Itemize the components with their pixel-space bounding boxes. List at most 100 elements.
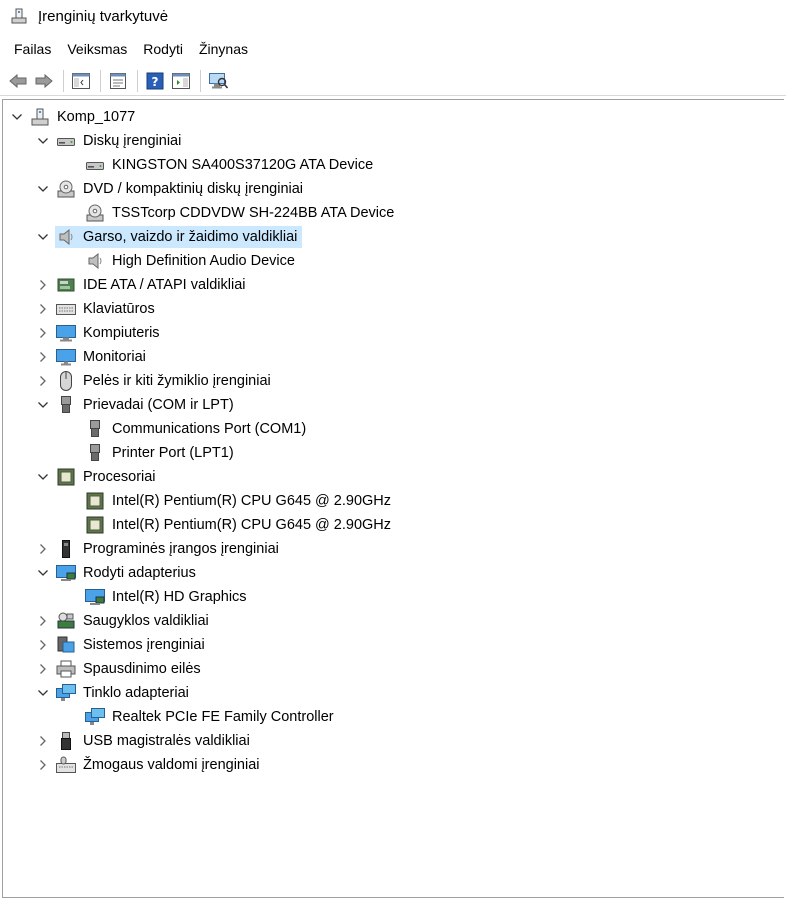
category-item[interactable]: Sistemos įrenginiai bbox=[55, 634, 210, 656]
action-pane-icon[interactable] bbox=[169, 69, 193, 93]
device-item[interactable]: TSSTcorp CDDVDW SH-224BB ATA Device bbox=[3, 201, 784, 225]
menu-action[interactable]: Veiksmas bbox=[59, 39, 135, 59]
tree-category[interactable]: Garso, vaizdo ir žaidimo valdikliai bbox=[3, 225, 784, 249]
category-item[interactable]: Programinės įrangos įrenginiai bbox=[55, 538, 284, 560]
tree-category[interactable]: Saugyklos valdikliai bbox=[3, 609, 784, 633]
category-item[interactable]: Saugyklos valdikliai bbox=[55, 610, 214, 632]
help-icon[interactable]: ? bbox=[143, 69, 167, 93]
tree-category[interactable]: IDE ATA / ATAPI valdikliai bbox=[3, 273, 784, 297]
category-item[interactable]: Diskų įrenginiai bbox=[55, 130, 186, 152]
device-label: Intel(R) Pentium(R) CPU G645 @ 2.90GHz bbox=[112, 517, 392, 533]
tree-category[interactable]: Sistemos įrenginiai bbox=[3, 633, 784, 657]
category-label: Sistemos įrenginiai bbox=[83, 637, 205, 653]
chevron-down-icon[interactable] bbox=[35, 229, 51, 245]
category-item[interactable]: Kompiuteris bbox=[55, 322, 165, 344]
tree-root[interactable]: Komp_1077 bbox=[3, 105, 784, 129]
device-item[interactable]: KINGSTON SA400S37120G ATA Device bbox=[3, 153, 784, 177]
chevron-down-icon[interactable] bbox=[9, 109, 25, 125]
device-item[interactable]: Intel(R) HD Graphics bbox=[3, 585, 784, 609]
device-item[interactable]: Realtek PCIe FE Family Controller bbox=[3, 705, 784, 729]
chevron-right-icon[interactable] bbox=[35, 541, 51, 557]
tree-category[interactable]: Procesoriai bbox=[3, 465, 784, 489]
tree-category[interactable]: Klaviatūros bbox=[3, 297, 784, 321]
tree-category[interactable]: Monitoriai bbox=[3, 345, 784, 369]
category-label: Spausdinimo eilės bbox=[83, 661, 201, 677]
chevron-down-icon[interactable] bbox=[35, 469, 51, 485]
chevron-right-icon[interactable] bbox=[35, 661, 51, 677]
root-label: Komp_1077 bbox=[57, 109, 136, 125]
back-arrow-icon[interactable] bbox=[6, 69, 30, 93]
category-item[interactable]: Spausdinimo eilės bbox=[55, 658, 206, 680]
network-adapter-icon bbox=[84, 707, 106, 727]
device-item[interactable]: High Definition Audio Device bbox=[3, 249, 784, 273]
tree-category[interactable]: Rodyti adapterius bbox=[3, 561, 784, 585]
tree-category[interactable]: Tinklo adapteriai bbox=[3, 681, 784, 705]
tree-category[interactable]: Spausdinimo eilės bbox=[3, 657, 784, 681]
display-adapter-icon bbox=[55, 563, 77, 583]
device-item[interactable]: Printer Port (LPT1) bbox=[3, 441, 784, 465]
forward-arrow-icon[interactable] bbox=[32, 69, 56, 93]
port-icon bbox=[55, 395, 77, 415]
tree-category[interactable]: USB magistralės valdikliai bbox=[3, 729, 784, 753]
processor-icon bbox=[84, 491, 106, 511]
category-item[interactable]: USB magistralės valdikliai bbox=[55, 730, 255, 752]
chevron-right-icon[interactable] bbox=[35, 301, 51, 317]
device-item[interactable]: Communications Port (COM1) bbox=[3, 417, 784, 441]
category-item[interactable]: Pelės ir kiti žymiklio įrenginiai bbox=[55, 370, 276, 392]
chevron-right-icon[interactable] bbox=[35, 757, 51, 773]
device-item[interactable]: Intel(R) Pentium(R) CPU G645 @ 2.90GHz bbox=[3, 513, 784, 537]
category-label: Programinės įrangos įrenginiai bbox=[83, 541, 279, 557]
tree-category[interactable]: Kompiuteris bbox=[3, 321, 784, 345]
properties-icon[interactable] bbox=[106, 69, 130, 93]
device-label: Printer Port (LPT1) bbox=[112, 445, 234, 461]
window-title: Įrenginių tvarkytuvė bbox=[38, 7, 169, 25]
chevron-down-icon[interactable] bbox=[35, 397, 51, 413]
speaker-icon bbox=[84, 251, 106, 271]
tree-category[interactable]: Prievadai (COM ir LPT) bbox=[3, 393, 784, 417]
category-item[interactable]: Prievadai (COM ir LPT) bbox=[55, 394, 239, 416]
menu-file[interactable]: Failas bbox=[6, 39, 59, 59]
chevron-right-icon[interactable] bbox=[35, 637, 51, 653]
category-label: Kompiuteris bbox=[83, 325, 160, 341]
tree-category[interactable]: Žmogaus valdomi įrenginiai bbox=[3, 753, 784, 777]
mouse-icon bbox=[55, 371, 77, 391]
chevron-right-icon[interactable] bbox=[35, 277, 51, 293]
category-label: Saugyklos valdikliai bbox=[83, 613, 209, 629]
chevron-down-icon[interactable] bbox=[35, 181, 51, 197]
chevron-down-icon[interactable] bbox=[35, 685, 51, 701]
chevron-right-icon[interactable] bbox=[35, 733, 51, 749]
chevron-right-icon[interactable] bbox=[35, 325, 51, 341]
dvd-drive-icon bbox=[84, 203, 106, 223]
category-label: DVD / kompaktinių diskų įrenginiai bbox=[83, 181, 304, 197]
category-item[interactable]: DVD / kompaktinių diskų įrenginiai bbox=[55, 178, 308, 200]
processor-icon bbox=[84, 515, 106, 535]
menu-view[interactable]: Rodyti bbox=[135, 39, 191, 59]
show-hide-console-tree-icon[interactable] bbox=[69, 69, 93, 93]
chevron-down-icon[interactable] bbox=[35, 565, 51, 581]
category-item[interactable]: Žmogaus valdomi įrenginiai bbox=[55, 754, 265, 776]
category-label: Klaviatūros bbox=[83, 301, 155, 317]
ide-controller-icon bbox=[55, 275, 77, 295]
category-item[interactable]: Tinklo adapteriai bbox=[55, 682, 194, 704]
category-item[interactable]: Klaviatūros bbox=[55, 298, 160, 320]
tree-category[interactable]: DVD / kompaktinių diskų įrenginiai bbox=[3, 177, 784, 201]
menu-help[interactable]: Žinynas bbox=[191, 39, 256, 59]
category-item[interactable]: Garso, vaizdo ir žaidimo valdikliai bbox=[55, 226, 303, 248]
scan-hardware-icon[interactable] bbox=[206, 69, 230, 93]
category-item[interactable]: Procesoriai bbox=[55, 466, 161, 488]
printer-icon bbox=[55, 659, 77, 679]
tree-category[interactable]: Pelės ir kiti žymiklio įrenginiai bbox=[3, 369, 784, 393]
chevron-right-icon[interactable] bbox=[35, 613, 51, 629]
chevron-down-icon[interactable] bbox=[35, 133, 51, 149]
tree-category[interactable]: Programinės įrangos įrenginiai bbox=[3, 537, 784, 561]
category-item[interactable]: IDE ATA / ATAPI valdikliai bbox=[55, 274, 251, 296]
chevron-right-icon[interactable] bbox=[35, 349, 51, 365]
device-item[interactable]: Intel(R) Pentium(R) CPU G645 @ 2.90GHz bbox=[3, 489, 784, 513]
speaker-icon bbox=[55, 227, 77, 247]
svg-text:?: ? bbox=[152, 75, 159, 89]
computer-root-icon bbox=[29, 107, 51, 127]
category-item[interactable]: Monitoriai bbox=[55, 346, 151, 368]
category-item[interactable]: Rodyti adapterius bbox=[55, 562, 201, 584]
tree-category[interactable]: Diskų įrenginiai bbox=[3, 129, 784, 153]
chevron-right-icon[interactable] bbox=[35, 373, 51, 389]
